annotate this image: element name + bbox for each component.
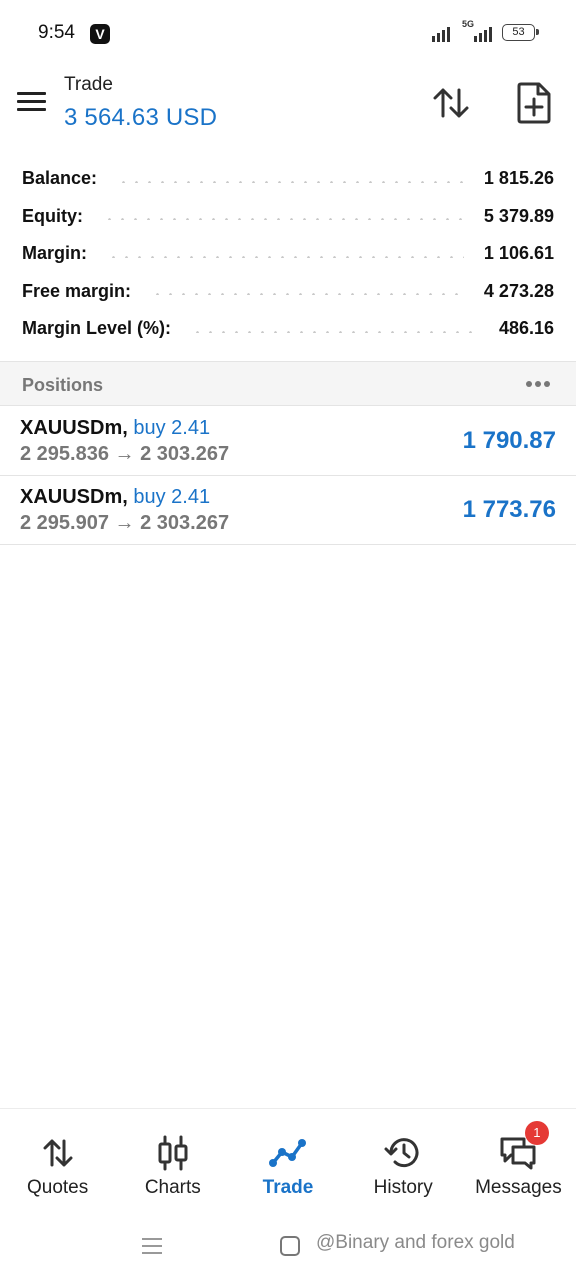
more-options-icon[interactable]	[522, 376, 554, 392]
position-row[interactable]: XAUUSDm, buy 2.41 2 295.907 → 2 303.267 …	[0, 476, 576, 545]
summary-row-free-margin: Free margin: 4 273.28	[0, 273, 576, 311]
summary-row-margin-level: Margin Level (%): 486.16	[0, 310, 576, 348]
section-title: Positions	[22, 375, 104, 395]
position-symbol: XAUUSDm,	[20, 486, 128, 508]
account-balance: 3 564.63 USD	[64, 104, 218, 131]
summary-value: 1 815.26	[483, 168, 554, 189]
watermark-text: @Binary and forex gold	[316, 1232, 515, 1253]
app-notification-icon: V	[90, 24, 110, 44]
recent-apps-icon[interactable]	[140, 1234, 164, 1256]
dotted-leader	[191, 330, 479, 333]
trade-icon	[268, 1135, 308, 1171]
charts-icon	[153, 1135, 193, 1171]
position-side-volume: buy 2.41	[133, 486, 211, 508]
cell-signal-icon	[432, 24, 450, 42]
position-profit: 1 790.87	[462, 427, 556, 454]
unread-badge: 1	[524, 1121, 549, 1145]
nav-label: Trade	[262, 1177, 314, 1198]
summary-label: Equity:	[22, 205, 83, 226]
summary-row-margin: Margin: 1 106.61	[0, 235, 576, 273]
nav-item-messages[interactable]: 1 Messages	[461, 1109, 576, 1221]
summary-value: 486.16	[498, 318, 554, 339]
summary-row-balance: Balance: 1 815.26	[0, 160, 576, 198]
summary-value: 5 379.89	[483, 205, 554, 226]
nav-item-history[interactable]: History	[346, 1109, 461, 1221]
nav-item-quotes[interactable]: Quotes	[0, 1109, 115, 1221]
position-symbol: XAUUSDm,	[20, 417, 128, 439]
position-row[interactable]: XAUUSDm, buy 2.41 2 295.836 → 2 303.267 …	[0, 407, 576, 476]
new-order-icon[interactable]	[512, 80, 556, 126]
summary-label: Free margin:	[22, 280, 132, 301]
bottom-navigation: Quotes Charts Trade History 1 Messages	[0, 1108, 576, 1220]
positions-section-header: Positions	[0, 361, 576, 406]
battery-icon: 53	[502, 24, 539, 41]
dotted-leader	[107, 255, 464, 258]
battery-level: 53	[512, 26, 525, 38]
cell-signal-2-icon	[474, 24, 492, 42]
menu-icon[interactable]	[14, 84, 50, 120]
nav-item-charts[interactable]: Charts	[115, 1109, 230, 1221]
summary-value: 1 106.61	[483, 243, 554, 264]
nav-label: History	[373, 1177, 433, 1198]
dotted-leader	[103, 218, 464, 221]
position-profit: 1 773.76	[462, 496, 556, 523]
status-time: 9:54	[38, 22, 75, 43]
status-bar: 9:54 V 5G 53	[0, 0, 576, 66]
position-side-volume: buy 2.41	[133, 417, 211, 439]
dotted-leader	[151, 293, 464, 296]
quotes-icon	[38, 1135, 78, 1171]
summary-label: Balance:	[22, 168, 98, 189]
dotted-leader	[117, 180, 464, 183]
network-type-label: 5G	[462, 19, 475, 29]
nav-item-trade[interactable]: Trade	[230, 1109, 345, 1221]
nav-label: Charts	[144, 1177, 201, 1198]
nav-label: Messages	[475, 1177, 562, 1198]
app-header: Trade 3 564.63 USD	[0, 66, 576, 146]
history-icon	[383, 1135, 423, 1171]
page-title: Trade	[64, 74, 113, 95]
home-icon[interactable]	[280, 1236, 300, 1256]
summary-row-equity: Equity: 5 379.89	[0, 198, 576, 236]
position-prices: 2 295.836 → 2 303.267	[20, 443, 230, 465]
system-navigation-bar: @Binary and forex gold	[0, 1220, 576, 1280]
summary-value: 4 273.28	[483, 280, 554, 301]
position-prices: 2 295.907 → 2 303.267	[20, 512, 230, 534]
sort-arrows-icon[interactable]	[430, 82, 472, 124]
account-summary: Balance: 1 815.26 Equity: 5 379.89 Margi…	[0, 160, 576, 348]
nav-label: Quotes	[26, 1177, 89, 1198]
summary-label: Margin:	[22, 243, 87, 264]
summary-label: Margin Level (%):	[22, 318, 172, 339]
